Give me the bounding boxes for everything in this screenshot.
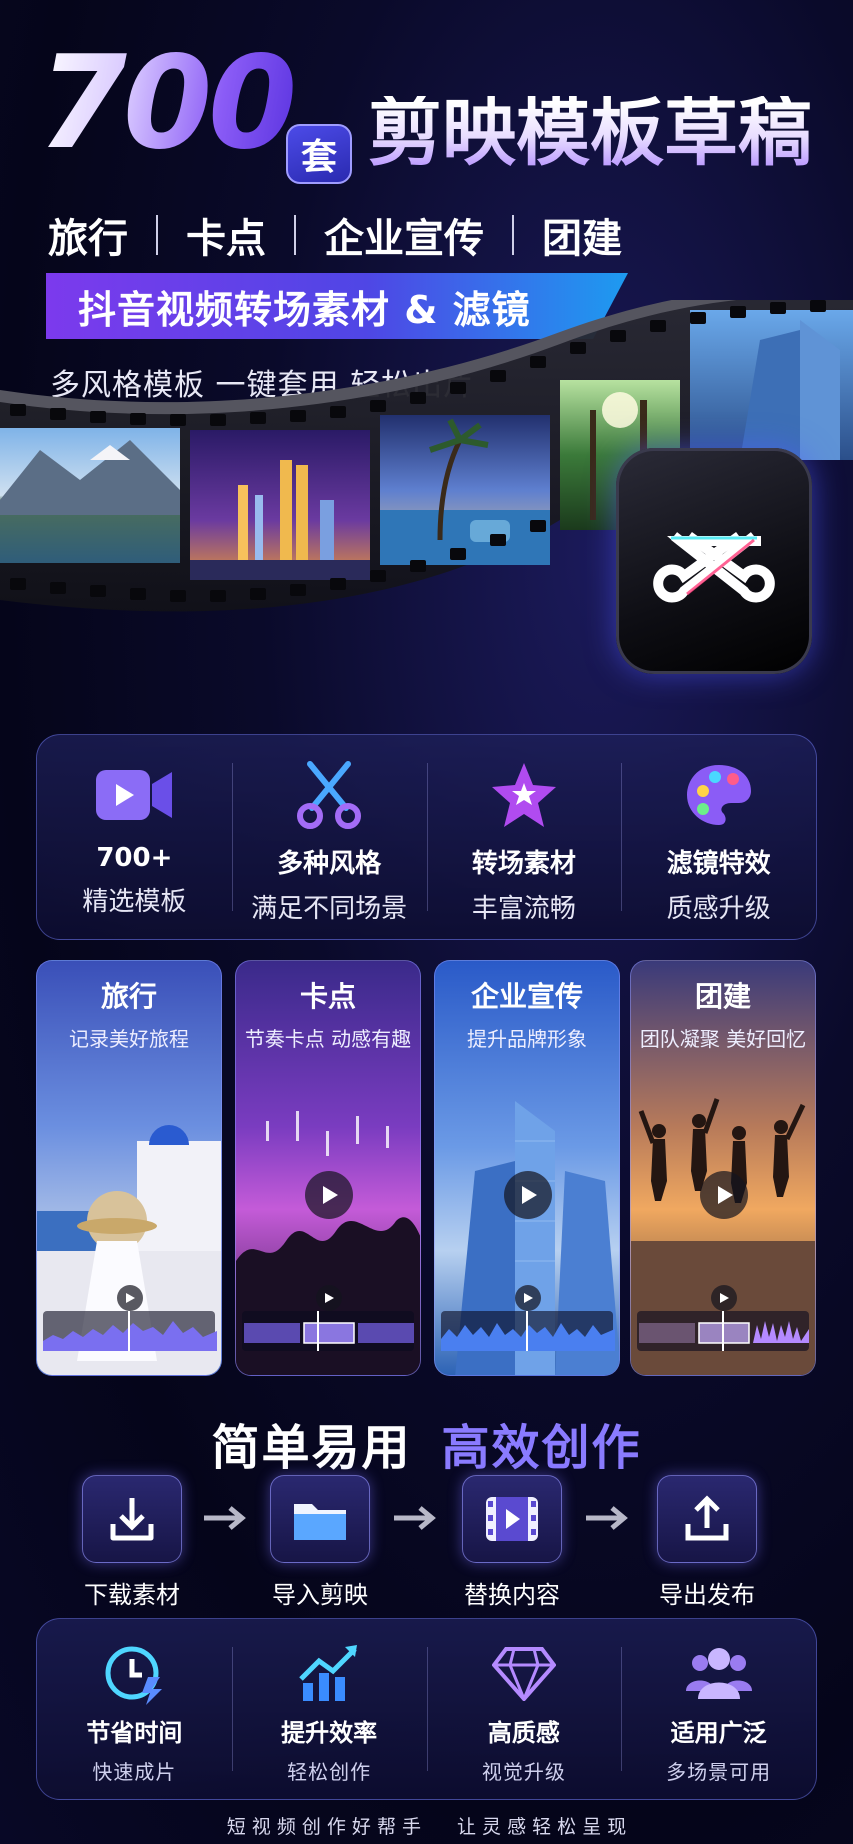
palette-icon <box>679 757 759 833</box>
card-subtitle: 团队凝聚 美好回忆 <box>639 1027 807 1051</box>
card-subtitle: 提升品牌形象 <box>467 1027 587 1051</box>
step-label: 替换内容 <box>464 1581 560 1609</box>
scissors-icon <box>289 757 369 833</box>
feature-title: 转场素材 <box>471 849 576 879</box>
category-corporate: 企业宣传 <box>324 216 484 262</box>
step-label: 导出发布 <box>659 1581 755 1609</box>
play-icon[interactable] <box>504 1171 552 1219</box>
arrow-right-icon <box>394 1506 436 1530</box>
download-icon[interactable] <box>82 1475 182 1563</box>
feature-title: 700+ <box>96 843 173 873</box>
divider <box>156 215 158 255</box>
hero-title: 剪映模板草稿 <box>368 90 812 176</box>
step-label: 下载素材 <box>84 1581 180 1609</box>
divider <box>512 215 514 255</box>
step-label: 导入剪映 <box>272 1581 368 1609</box>
benefit-desc: 快速成片 <box>92 1760 177 1784</box>
divider <box>294 215 296 255</box>
film-icon[interactable] <box>462 1475 562 1563</box>
benefit-time: 节省时间 快速成片 <box>37 1619 232 1799</box>
play-icon[interactable] <box>117 1285 143 1311</box>
section-title-a: 简单易用 <box>211 1420 412 1476</box>
category-beat: 卡点 <box>186 216 266 262</box>
feature-desc: 满足不同场景 <box>251 894 408 924</box>
feature-title: 多种风格 <box>277 849 382 879</box>
benefit-title: 高质感 <box>487 1719 560 1747</box>
card-title: 卡点 <box>299 980 356 1013</box>
hero-badge: 套 <box>286 124 352 184</box>
audio-waveform <box>637 1311 809 1351</box>
clock-bolt-icon <box>99 1641 169 1705</box>
category-line: 旅行 卡点 企业宣传 团建 <box>48 206 622 264</box>
category-travel: 旅行 <box>48 216 128 262</box>
footer-left: 短 视 频 创 作 好 帮 手 <box>226 1816 422 1838</box>
benefit-desc: 多场景可用 <box>666 1760 772 1784</box>
step-replace[interactable]: 替换内容 <box>462 1475 562 1610</box>
footer-right: 让 灵 感 轻 松 呈 现 <box>457 1816 627 1838</box>
benefit-efficiency: 提升效率 轻松创作 <box>231 1619 427 1799</box>
benefit-desc: 轻松创作 <box>287 1760 372 1784</box>
card-beat[interactable]: 卡点 节奏卡点 动感有趣 <box>235 960 421 1376</box>
features-panel: 700+ 精选模板 多种风格 满足不同场景 转场素材 丰富流畅 滤镜特效 质感升… <box>36 734 817 940</box>
arrow-right-icon <box>204 1506 246 1530</box>
video-camera-icon <box>94 757 174 833</box>
card-travel[interactable]: 旅行 记录美好旅程 <box>36 960 222 1376</box>
play-icon[interactable] <box>711 1285 737 1311</box>
play-icon[interactable] <box>515 1285 541 1311</box>
feature-title: 滤镜特效 <box>666 849 771 879</box>
feature-transitions: 转场素材 丰富流畅 <box>426 735 622 939</box>
step-import[interactable]: 导入剪映 <box>270 1475 370 1610</box>
folder-icon[interactable] <box>270 1475 370 1563</box>
benefits-panel: 节省时间 快速成片 提升效率 轻松创作 高质感 视觉升级 适用广泛 多场景可用 <box>36 1618 817 1800</box>
card-team[interactable]: 团建 团队凝聚 美好回忆 <box>630 960 816 1376</box>
feature-styles: 多种风格 满足不同场景 <box>231 735 427 939</box>
diamond-icon <box>489 1641 559 1705</box>
audio-waveform <box>43 1311 217 1351</box>
benefit-wide: 适用广泛 多场景可用 <box>621 1619 816 1799</box>
benefit-desc: 视觉升级 <box>481 1760 566 1784</box>
card-title: 旅行 <box>100 980 157 1013</box>
feature-desc: 丰富流畅 <box>471 894 576 924</box>
card-title: 团建 <box>694 980 751 1013</box>
arrow-right-icon <box>586 1506 628 1530</box>
feature-desc: 质感升级 <box>666 894 771 924</box>
benefit-title: 适用广泛 <box>670 1719 767 1747</box>
users-icon <box>684 1641 754 1705</box>
benefit-title: 节省时间 <box>86 1719 183 1747</box>
capcut-logo-icon <box>616 448 812 674</box>
step-export[interactable]: 导出发布 <box>657 1475 757 1610</box>
benefit-quality: 高质感 视觉升级 <box>426 1619 622 1799</box>
category-team: 团建 <box>542 216 622 262</box>
benefit-title: 提升效率 <box>281 1719 378 1747</box>
card-corporate[interactable]: 企业宣传 提升品牌形象 <box>434 960 620 1376</box>
star-icon <box>484 757 564 833</box>
play-icon[interactable] <box>700 1171 748 1219</box>
card-title: 企业宣传 <box>470 980 583 1013</box>
card-subtitle: 节奏卡点 动感有趣 <box>244 1027 412 1051</box>
section-title-b: 高效创作 <box>441 1420 642 1476</box>
audio-waveform <box>441 1311 615 1351</box>
upload-icon[interactable] <box>657 1475 757 1563</box>
audio-waveform <box>242 1311 414 1351</box>
chart-up-icon <box>294 1641 364 1705</box>
step-download[interactable]: 下载素材 <box>82 1475 182 1610</box>
feature-desc: 精选模板 <box>82 887 187 917</box>
feature-filters: 滤镜特效 质感升级 <box>621 735 816 939</box>
feature-templates: 700+ 精选模板 <box>37 735 232 939</box>
footer-slogan: 短 视 频 创 作 好 帮 手让 灵 感 轻 松 呈 现 <box>0 1812 853 1839</box>
section-title: 简单易用 高效创作 <box>0 1408 853 1478</box>
hero-number: 700 <box>38 29 297 178</box>
play-icon[interactable] <box>316 1285 342 1311</box>
card-subtitle: 记录美好旅程 <box>69 1027 189 1051</box>
play-icon[interactable] <box>305 1171 353 1219</box>
